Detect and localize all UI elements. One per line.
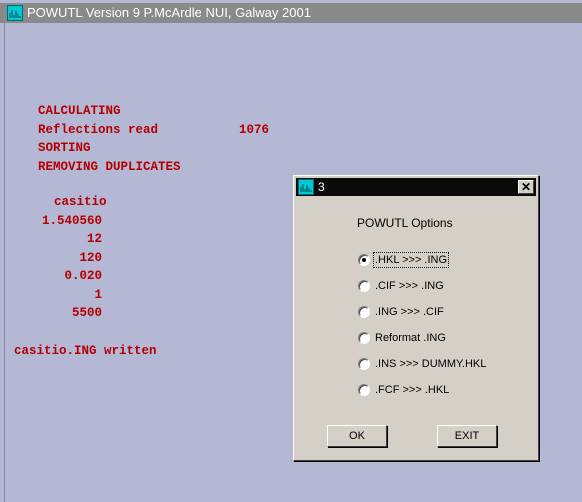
main-titlebar: POWUTL Version 9 P.McArdle NUI, Galway 2…	[0, 3, 582, 23]
radio-button[interactable]	[358, 280, 370, 292]
status-line-removing-duplicates: REMOVING DUPLICATES	[38, 160, 181, 174]
option-label: .HKL >>> .ING	[372, 252, 450, 268]
app-icon	[298, 179, 314, 195]
status-line-sorting: SORTING	[38, 141, 91, 155]
options-dialog: 3 ✕ POWUTL Options .HKL >>> .ING .CIF >>…	[293, 175, 539, 461]
radio-button[interactable]	[358, 306, 370, 318]
option-label: .INS >>> DUMMY.HKL	[375, 358, 487, 370]
close-icon: ✕	[520, 180, 532, 194]
param-value: 0.020	[64, 269, 102, 283]
radio-button[interactable]	[358, 384, 370, 396]
radio-button[interactable]	[358, 332, 370, 344]
option-label: .ING >>> .CIF	[375, 306, 444, 318]
param-value: 120	[79, 251, 102, 265]
radio-selected-dot	[362, 258, 366, 262]
status-line-reflections: Reflections read	[38, 123, 159, 137]
option-label: .FCF >>> .HKL	[375, 384, 450, 396]
option-label: Reformat .ING	[375, 332, 446, 344]
parameter-list: casitio 1.540560 12 120 0.020 1 5500 cas…	[0, 193, 157, 358]
radio-button[interactable]	[358, 254, 370, 266]
param-value: 1	[94, 288, 102, 302]
app-icon	[7, 5, 23, 21]
dataset-name: casitio	[54, 195, 107, 209]
param-value: 1.540560	[41, 214, 102, 228]
ok-button[interactable]: OK	[327, 425, 387, 447]
param-value: 5500	[71, 306, 102, 320]
option-label: .CIF >>> .ING	[375, 280, 444, 292]
reflections-count: 1076	[239, 123, 270, 137]
close-button[interactable]: ✕	[518, 180, 534, 194]
dialog-titlebar[interactable]: 3 ✕	[296, 178, 536, 196]
exit-button[interactable]: EXIT	[437, 425, 497, 447]
written-message: casitio.ING written	[14, 344, 157, 358]
status-line-calculating: CALCULATING	[38, 104, 121, 118]
window-title: POWUTL Version 9 P.McArdle NUI, Galway 2…	[27, 5, 311, 20]
console-output: CALCULATING Reflections read 1076 SORTIN…	[38, 102, 269, 186]
param-value: 12	[86, 232, 102, 246]
dialog-title: 3	[318, 180, 325, 194]
dialog-heading: POWUTL Options	[357, 216, 453, 230]
radio-button[interactable]	[358, 358, 370, 370]
